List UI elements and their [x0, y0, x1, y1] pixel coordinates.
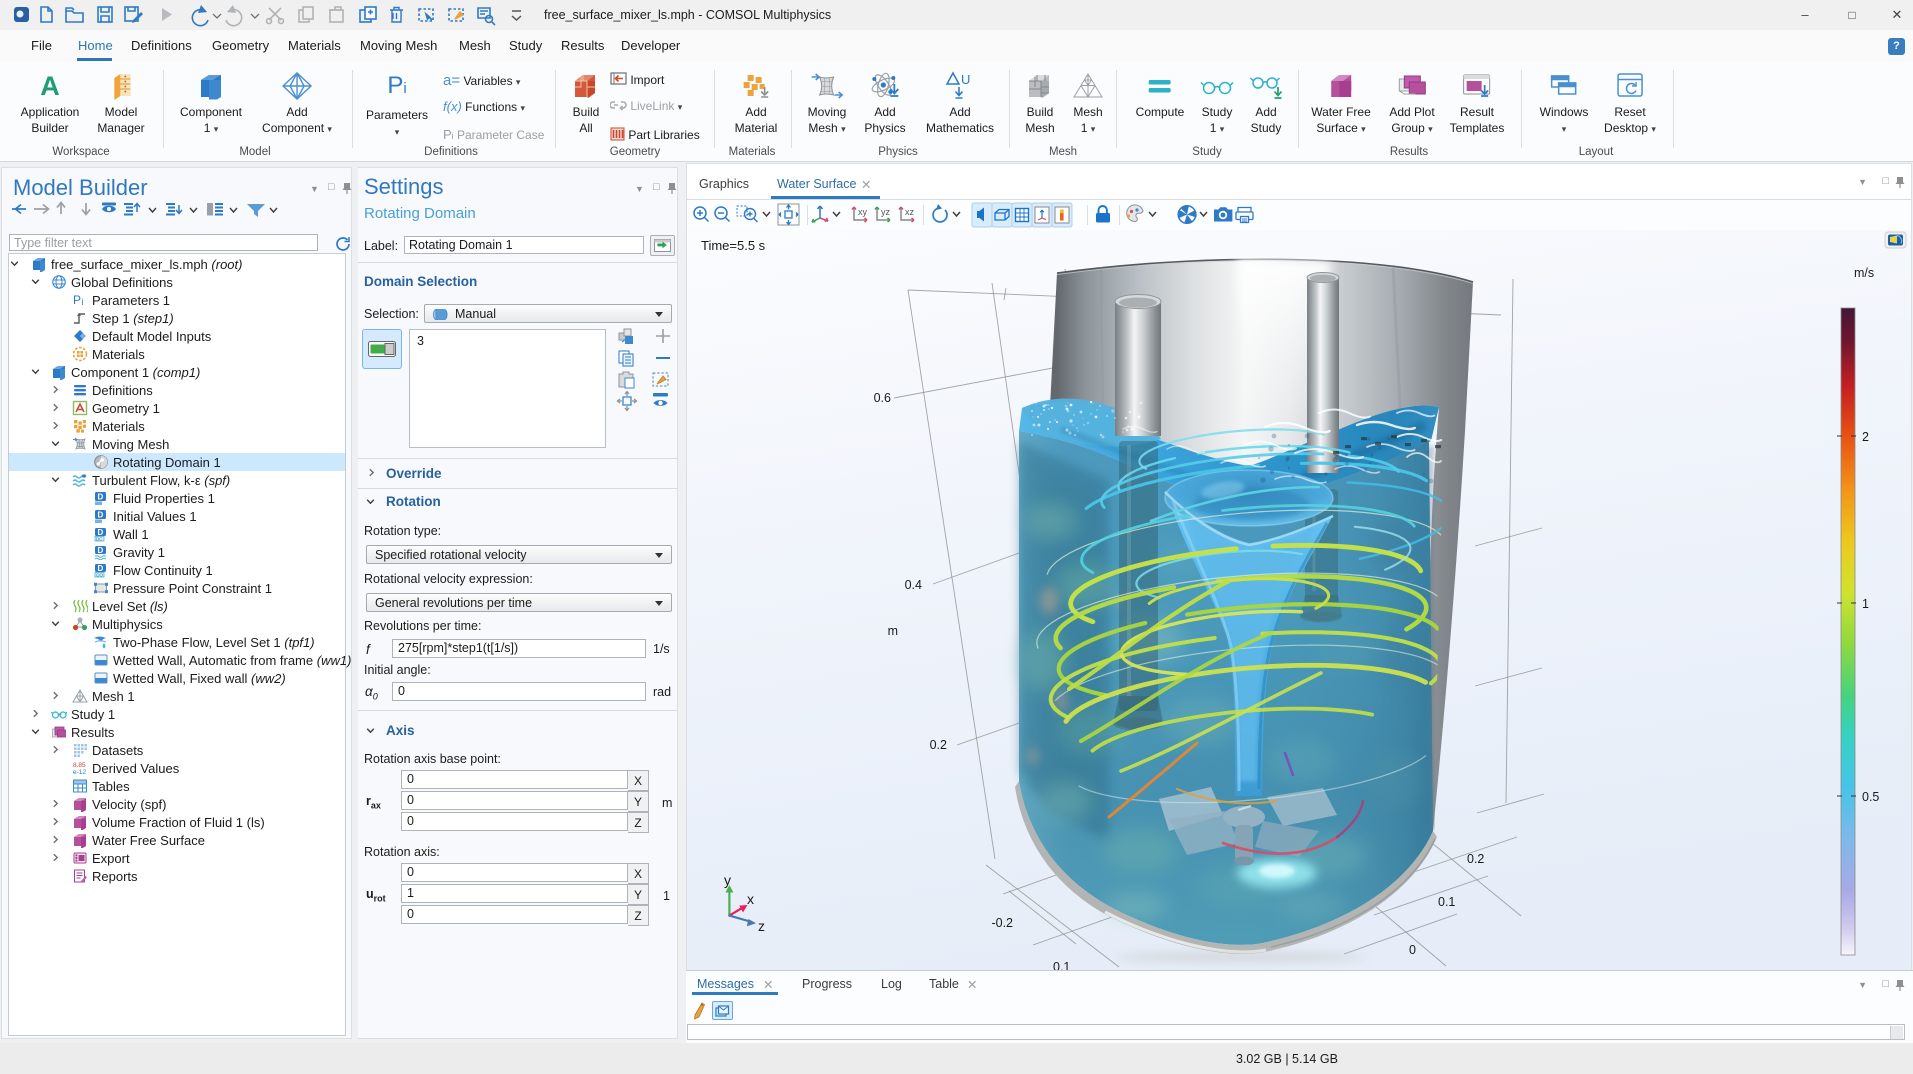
svg-text:x: x [747, 891, 754, 907]
svg-text:xy: xy [858, 207, 868, 217]
svg-text:z: z [758, 918, 765, 934]
svg-text:-0.2: -0.2 [991, 916, 1013, 930]
svg-text:m: m [888, 624, 898, 638]
svg-text:U: U [961, 72, 970, 87]
svg-text:0.1: 0.1 [1438, 895, 1455, 909]
svg-text:xz: xz [905, 207, 915, 217]
svg-text:1: 1 [1862, 597, 1869, 611]
svg-text:2: 2 [1862, 430, 1869, 444]
svg-text:yz: yz [881, 207, 891, 217]
svg-text:Time=5.5 s: Time=5.5 s [701, 238, 766, 253]
svg-text:0: 0 [1409, 943, 1416, 957]
svg-text:y: y [724, 872, 731, 888]
svg-text:0.6: 0.6 [874, 391, 891, 405]
svg-text:0.2: 0.2 [1467, 852, 1484, 866]
svg-text:0.5: 0.5 [1862, 790, 1879, 804]
svg-text:0.2: 0.2 [930, 738, 947, 752]
svg-text:m/s: m/s [1854, 266, 1874, 280]
svg-text:0.4: 0.4 [905, 578, 922, 592]
